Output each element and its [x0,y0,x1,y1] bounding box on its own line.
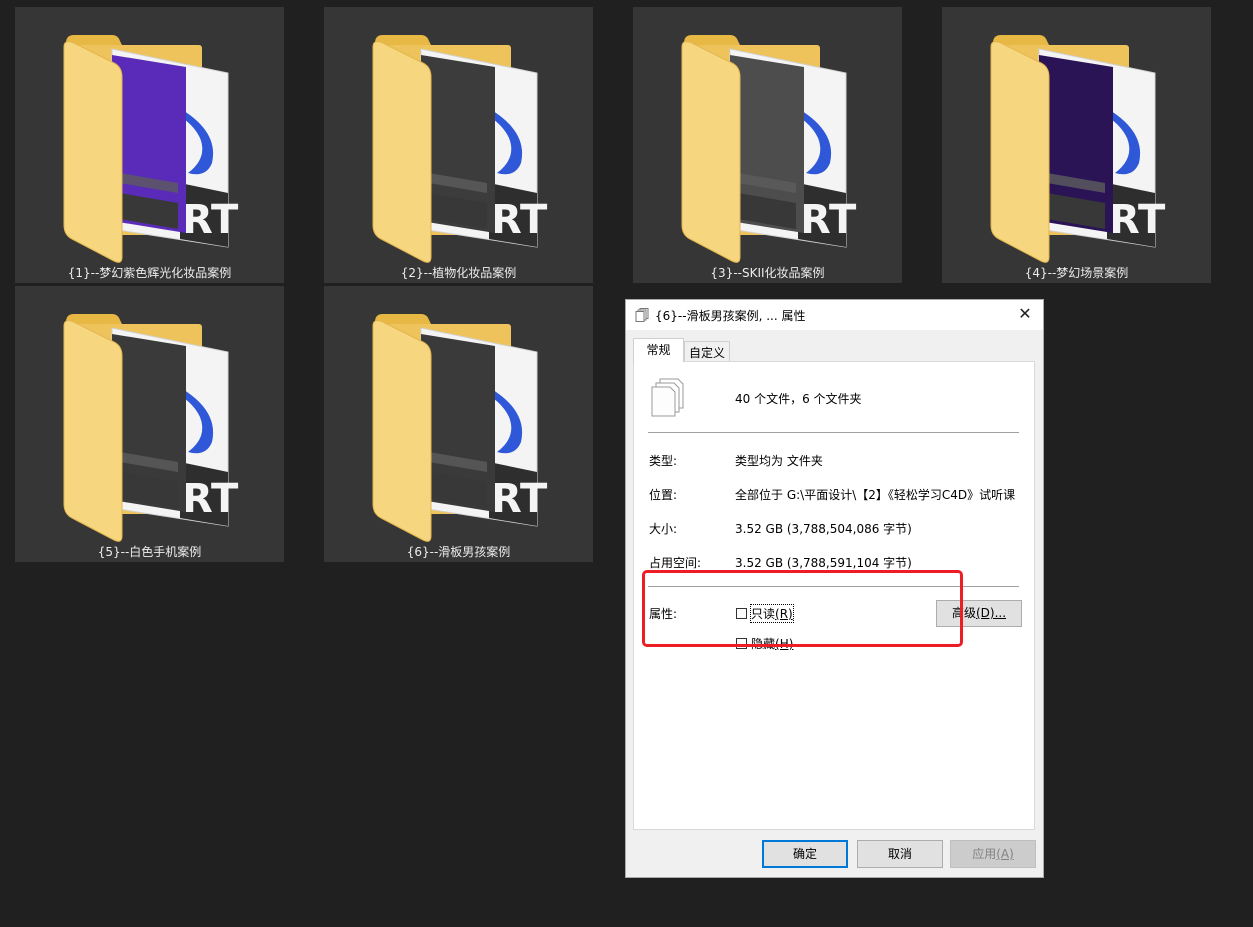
selection-summary: 40 个文件，6 个文件夹 [735,392,862,406]
folder-name: {4}--梦幻场景案例 [1024,266,1129,280]
svg-text:RT: RT [491,197,548,243]
folder-tile[interactable]: RT {2}--植物化妆品案例 [324,7,593,283]
folder-icon: RT [681,35,857,263]
folder-icon: RT [372,314,548,542]
size-value: 3.52 GB (3,788,504,086 字节) [735,522,912,536]
folder-tile[interactable]: RT {4}--梦幻场景案例 [942,7,1211,283]
apply-button[interactable]: 应用(A) [950,840,1036,868]
ok-button[interactable]: 确定 [762,840,848,868]
properties-dialog: {6}--滑板男孩案例, ... 属性 ✕ 自定义 40 个文件，6 个文件夹 … [625,299,1044,878]
files-icon [635,308,649,322]
folder-tile[interactable]: RT {1}--梦幻紫色辉光化妆品案例 [15,7,284,283]
folder-icon: RT [990,35,1166,263]
tab-custom[interactable]: 自定义 [684,341,730,363]
svg-text:RT: RT [182,197,239,243]
folder-name: {1}--梦幻紫色辉光化妆品案例 [67,266,232,280]
folder-tile[interactable]: RT {5}--白色手机案例 [15,286,284,562]
highlight-box [642,570,963,647]
folder-name: {3}--SKII化妆品案例 [710,266,825,280]
svg-text:RT: RT [800,197,857,243]
type-value: 类型均为 文件夹 [735,454,823,468]
folder-name: {2}--植物化妆品案例 [400,266,517,280]
general-panel: 40 个文件，6 个文件夹 类型: 类型均为 文件夹 位置: 全部位于 G:\平… [633,361,1035,830]
disk-size-value: 3.52 GB (3,788,591,104 字节) [735,556,912,570]
svg-text:RT: RT [182,476,239,522]
size-label: 大小: [649,522,678,536]
location-value: 全部位于 G:\平面设计\【2】《轻松学习C4D》试听课 [735,488,1016,502]
svg-text:RT: RT [1109,197,1166,243]
folder-name: {5}--白色手机案例 [97,545,202,559]
folder-icon: RT [372,35,548,263]
disk-size-label: 占用空间: [649,556,702,570]
tab-general[interactable]: 常规 [633,338,684,362]
folder-tile[interactable]: RT {3}--SKII化妆品案例 [633,7,902,283]
files-icon [651,378,684,417]
dialog-title: {6}--滑板男孩案例, ... 属性 [655,309,806,323]
type-label: 类型: [649,454,678,468]
close-icon[interactable]: ✕ [1014,303,1036,325]
folder-tile[interactable]: RT {6}--滑板男孩案例 [324,286,593,562]
folder-name: {6}--滑板男孩案例 [406,545,511,559]
folder-icon: RT [63,35,239,263]
divider [648,432,1019,433]
cancel-button[interactable]: 取消 [857,840,943,868]
dialog-titlebar[interactable]: {6}--滑板男孩案例, ... 属性 ✕ [626,300,1043,330]
folder-icon: RT [63,314,239,542]
svg-text:RT: RT [491,476,548,522]
location-label: 位置: [649,488,678,502]
